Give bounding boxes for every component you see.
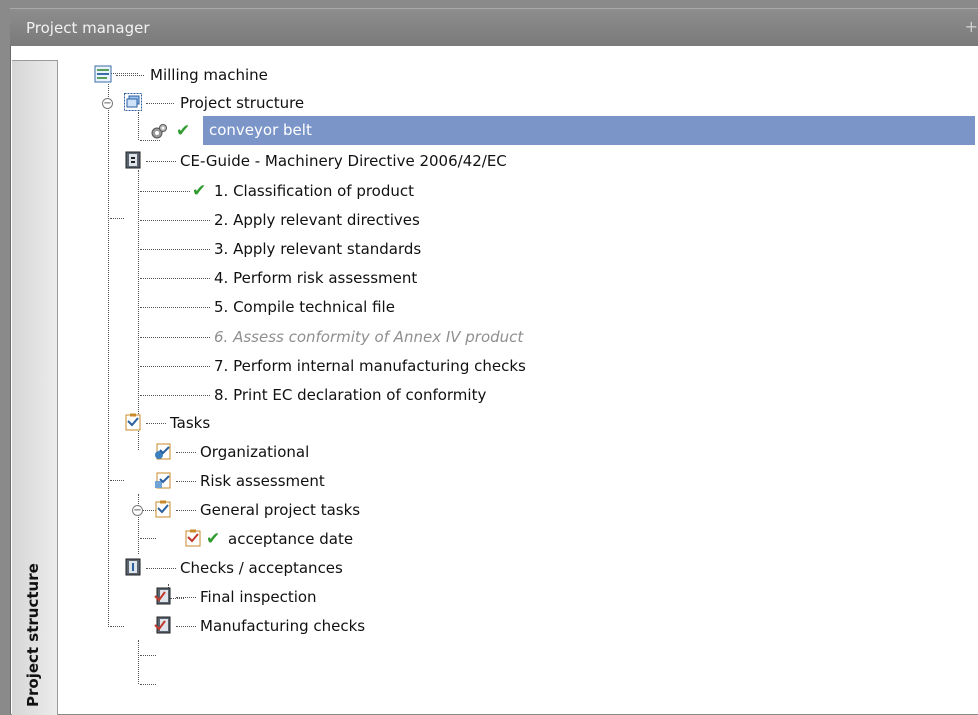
checks-clipboard-icon [154,616,171,634]
checks-clipboard-icon [125,558,141,576]
checkmark-icon: ✔ [206,529,221,549]
tree-label-step: 6. Assess conformity of Annex IV product [214,328,524,346]
tree-line [140,684,156,685]
checkmark-icon: ✔ [176,121,191,141]
tree-label-checks: Checks / acceptances [180,559,343,577]
tree-label-step: 2. Apply relevant directives [214,211,420,229]
tree-node-step-3[interactable]: 3. Apply relevant standards [60,236,960,264]
panel-title-bar: Project manager + [10,8,978,46]
task-clipboard-icon [125,413,141,431]
tree-node-step-4[interactable]: 4. Perform risk assessment [60,265,960,293]
task-clipboard-icon [155,443,171,460]
tree-node-final-inspection[interactable]: Final inspection [60,584,960,612]
tree-label-step: 3. Apply relevant standards [214,240,422,258]
tree-node-acceptance-date[interactable]: ✔ acceptance date [60,526,960,554]
tree-label-step: 5. Compile technical file [214,298,395,316]
tree-node-project-structure[interactable]: − Project structure [60,90,960,118]
tree-node-checks[interactable]: Checks / acceptances [60,555,960,583]
collapse-toggle[interactable]: − [102,98,113,109]
tree-label-ce-guide: CE-Guide - Machinery Directive 2006/42/E… [180,152,507,170]
collapse-toggle[interactable]: − [132,505,143,516]
tree-node-step-6-disabled: 6. Assess conformity of Annex IV product [60,324,960,352]
tree-label-project-structure: Project structure [180,94,305,112]
pin-icon[interactable]: + [965,17,978,36]
tree-node-step-8[interactable]: 8. Print EC declaration of conformity [60,382,960,410]
tree-line [140,655,156,656]
tree-node-risk-assessment[interactable]: Risk assessment [60,468,960,496]
tree-label-step: 4. Perform risk assessment [214,269,418,287]
tree-node-manufacturing-checks[interactable]: Manufacturing checks [60,613,960,641]
tree-label-check: Manufacturing checks [200,617,366,635]
tree-node-general-project-tasks[interactable]: − General project tasks [60,497,960,525]
tree-node-step-1[interactable]: ✔ 1. Classification of product [60,178,960,206]
tree-node-step-7[interactable]: 7. Perform internal manufacturing checks [60,353,960,381]
tree-label-root: Milling machine [150,66,268,84]
tree-node-step-5[interactable]: 5. Compile technical file [60,294,960,322]
tree-label-task: Organizational [200,443,310,461]
tree-label-tasks: Tasks [170,414,211,432]
checks-clipboard-icon [154,587,171,605]
side-tab-project-structure[interactable]: Project structure [12,60,58,715]
tree-label-task: General project tasks [200,501,361,519]
task-clipboard-icon [185,529,201,547]
project-tree: Milling machine − Project structure conv… [60,54,978,714]
tree-node-conveyor-belt-selected[interactable]: conveyor belt [203,116,975,145]
structure-icon [124,93,142,111]
tree-label-check: Final inspection [200,588,317,606]
side-tab-label: Project structure [24,563,42,707]
tree-label-step: 8. Print EC declaration of conformity [214,386,487,404]
tree-label-conveyor-belt: conveyor belt [209,121,312,139]
tree-node-tasks[interactable]: Tasks [60,410,960,438]
tree-node-root[interactable]: Milling machine [60,62,960,90]
tree-label-acceptance: acceptance date [228,530,354,548]
tree-line [138,640,139,684]
tree-node-organizational[interactable]: Organizational [60,439,960,467]
tree-label-step: 1. Classification of product [214,182,415,200]
tree-node-step-2[interactable]: 2. Apply relevant directives [60,207,960,235]
project-icon [94,65,112,83]
gear-icon [151,124,167,139]
tree-node-ce-guide[interactable]: CE-Guide - Machinery Directive 2006/42/E… [60,148,960,176]
checkmark-icon: ✔ [192,181,207,201]
task-clipboard-icon [155,472,171,489]
tree-label-step: 7. Perform internal manufacturing checks [214,357,526,375]
task-clipboard-icon [155,500,171,518]
panel-title: Project manager [26,19,150,37]
book-icon [125,151,141,169]
tree-label-task: Risk assessment [200,472,325,490]
